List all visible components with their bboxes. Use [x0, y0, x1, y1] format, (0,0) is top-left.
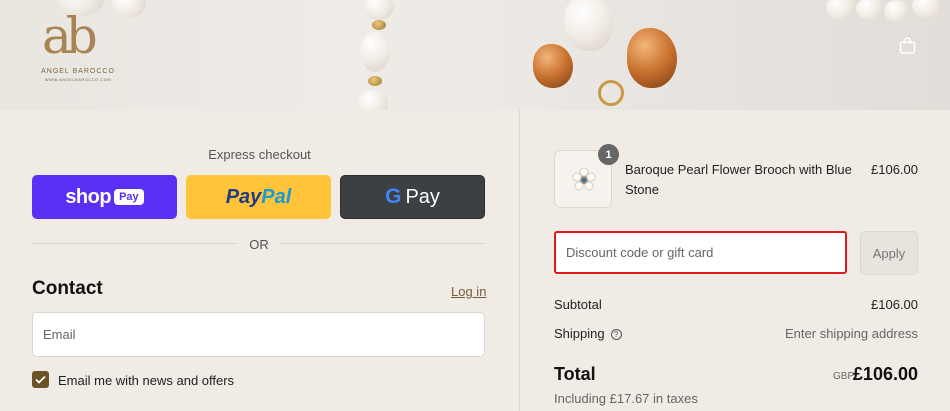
login-link[interactable]: Log in — [451, 284, 486, 299]
paypal-wordmark-pal: Pal — [261, 185, 292, 208]
shipping-row: Shipping? — [554, 326, 622, 341]
help-icon[interactable]: ? — [610, 329, 622, 340]
bag-icon[interactable] — [899, 37, 916, 54]
discount-code-field[interactable] — [554, 231, 847, 274]
or-divider-left — [32, 243, 237, 244]
product-name: Baroque Pearl Flower Brooch with Blue St… — [625, 162, 852, 197]
quantity-badge: 1 — [598, 144, 619, 165]
hero-banner: ab ANGEL BAROCCO WWW.ANGELBAROCCO.COM — [0, 0, 950, 110]
google-g-icon: G — [385, 185, 402, 208]
logo-url: WWW.ANGELBAROCCO.COM — [44, 77, 112, 82]
total-label: Total — [554, 364, 596, 384]
newsletter-checkbox[interactable] — [32, 371, 49, 388]
product-price: £106.00 — [871, 162, 918, 177]
or-divider-label: OR — [249, 237, 269, 252]
shipping-value: Enter shipping address — [785, 326, 918, 341]
currency-code: GBP — [833, 371, 855, 382]
order-summary: 1 Baroque Pearl Flower Brooch with Blue … — [520, 110, 950, 411]
shipping-label: Shipping — [554, 326, 605, 341]
shop-pay-badge: Pay — [114, 189, 144, 205]
tax-note: Including £17.67 in taxes — [554, 391, 698, 406]
email-field[interactable] — [32, 312, 485, 357]
google-pay-button[interactable]: G Pay — [340, 175, 485, 219]
check-icon — [35, 375, 46, 384]
google-pay-wordmark: Pay — [405, 185, 440, 208]
logo-name: ANGEL BAROCCO — [41, 68, 115, 75]
subtotal-value: £106.00 — [871, 297, 918, 312]
paypal-button[interactable]: Pay Pal — [186, 175, 331, 219]
or-divider-right — [281, 243, 485, 244]
shop-pay-button[interactable]: shop Pay — [32, 175, 177, 219]
brand-logo[interactable]: ab ANGEL BAROCCO WWW.ANGELBAROCCO.COM — [36, 8, 120, 84]
logo-mark: ab — [42, 7, 98, 65]
paypal-wordmark-pay: Pay — [225, 185, 262, 208]
newsletter-label: Email me with news and offers — [58, 373, 235, 388]
apply-discount-button[interactable]: Apply — [860, 231, 918, 275]
checkout-form: Express checkout shop Pay Pay Pal G Pay O… — [0, 110, 519, 411]
shop-pay-wordmark: shop — [65, 185, 112, 208]
express-checkout-label: Express checkout — [208, 147, 311, 162]
total-value: £106.00 — [852, 364, 918, 384]
subtotal-label: Subtotal — [554, 297, 602, 312]
contact-heading: Contact — [32, 278, 103, 299]
